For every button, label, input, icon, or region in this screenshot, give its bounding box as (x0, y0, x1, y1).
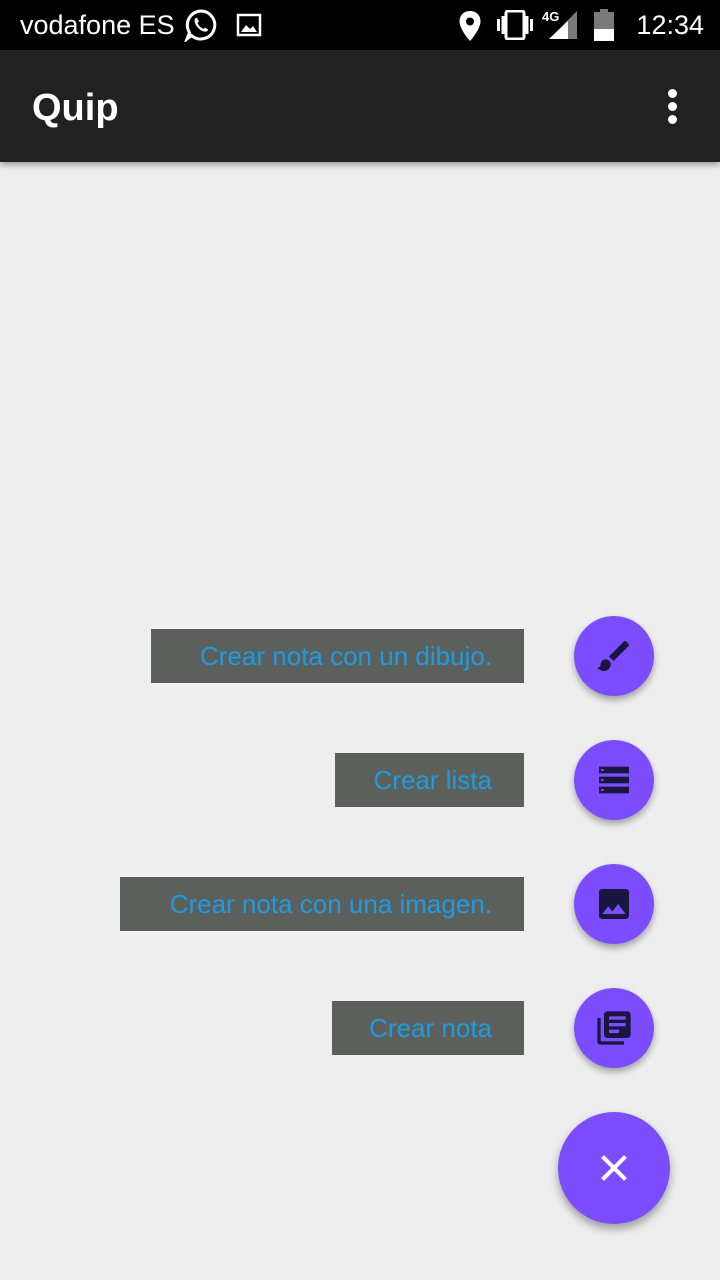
create-note-label[interactable]: Crear nota (332, 1001, 524, 1055)
battery-icon (594, 9, 614, 41)
image-notification-icon (236, 13, 262, 37)
app-title: Quip (32, 87, 119, 129)
create-drawing-note-label[interactable]: Crear nota con un dibujo. (151, 629, 524, 683)
close-fab-button[interactable] (558, 1112, 670, 1224)
carrier-name: vodafone ES (20, 10, 175, 40)
create-list-label[interactable]: Crear lista (335, 753, 524, 807)
more-vert-icon[interactable] (652, 82, 692, 130)
library-books-icon (597, 1011, 631, 1045)
create-drawing-note-button[interactable] (574, 616, 654, 696)
signal-icon (549, 11, 577, 39)
clock: 12:34 (636, 10, 704, 40)
create-image-note-button[interactable] (574, 864, 654, 944)
close-icon (601, 1155, 627, 1181)
location-icon (459, 11, 481, 41)
app-bar: Quip (0, 50, 720, 162)
whatsapp-icon (184, 9, 217, 42)
status-bar: vodafone ES 4G 12:34 (0, 0, 720, 50)
screen: vodafone ES 4G 12:34 Quip Crear nota con… (0, 0, 720, 1280)
create-image-note-label[interactable]: Crear nota con una imagen. (120, 877, 524, 931)
brush-icon (597, 640, 630, 671)
list-icon (599, 766, 629, 794)
vibrate-icon (497, 10, 533, 40)
create-list-button[interactable] (574, 740, 654, 820)
create-note-button[interactable] (574, 988, 654, 1068)
image-icon (599, 889, 629, 919)
